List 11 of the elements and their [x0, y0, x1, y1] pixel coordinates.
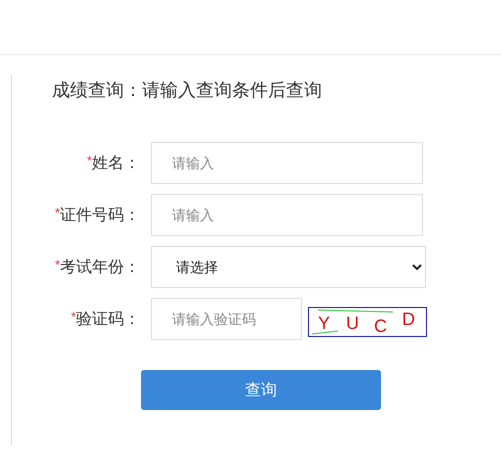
year-select[interactable]: 请选择 [151, 246, 426, 288]
captcha-image[interactable]: Y U C D [308, 307, 427, 337]
field-label: *证件号码： [54, 204, 140, 226]
page-title: 成绩查询：请输入查询条件后查询 [52, 79, 323, 102]
text-input[interactable]: 请输入 [151, 142, 423, 184]
field-label: *考试年份： [54, 256, 140, 278]
query-button[interactable]: 查询 [141, 370, 381, 410]
text-input[interactable]: 请输入 [151, 194, 423, 236]
captcha-input[interactable]: 请输入验证码 [151, 298, 302, 340]
field-label: *验证码： [70, 308, 140, 330]
field-label: *姓名： [86, 152, 140, 174]
